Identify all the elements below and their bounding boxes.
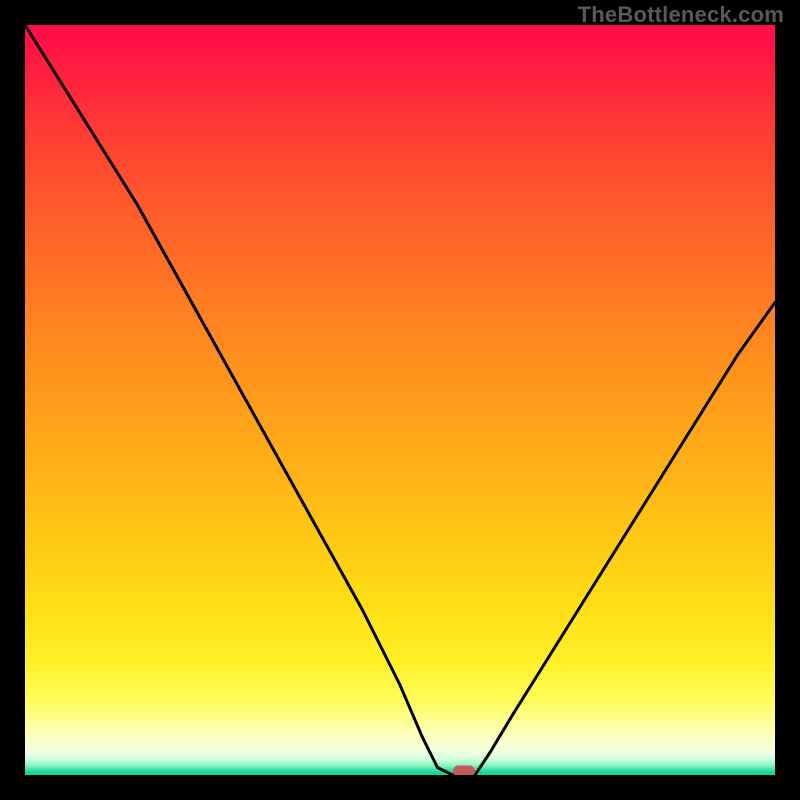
chart-frame: TheBottleneck.com: [0, 0, 800, 800]
plot-area: [25, 25, 775, 775]
bottleneck-curve: [25, 25, 775, 775]
optimal-marker: [453, 766, 475, 776]
watermark-text: TheBottleneck.com: [578, 2, 784, 28]
